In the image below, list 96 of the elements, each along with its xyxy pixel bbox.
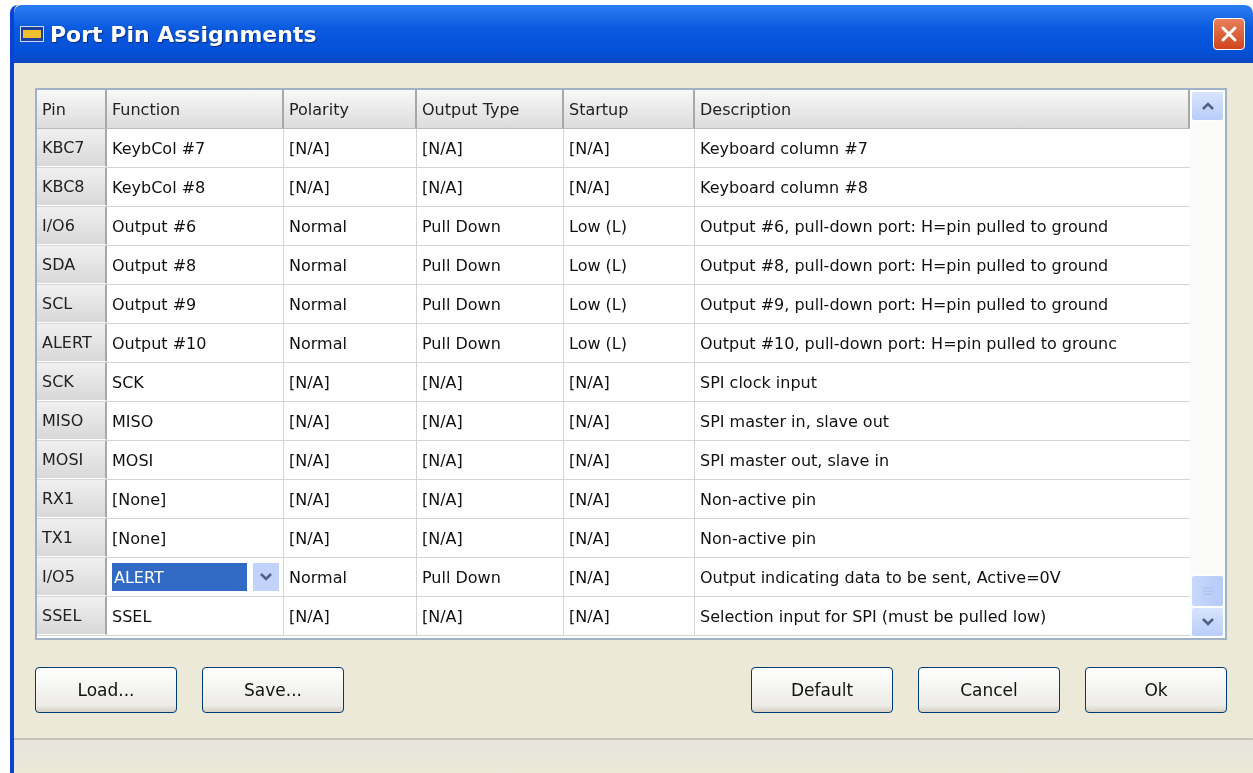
table-cell: [N/A] <box>422 411 463 431</box>
row-header[interactable]: KBC7 <box>37 129 107 167</box>
table-cell: MISO <box>112 411 154 431</box>
dialog-button[interactable]: Load... <box>35 667 177 713</box>
table-cell: [N/A] <box>289 177 330 197</box>
table-cell: [N/A] <box>289 411 330 431</box>
row-header[interactable]: SCL <box>37 285 107 323</box>
table-cell: Selection input for SPI (must be pulled low) <box>700 606 1047 626</box>
table-cell: Low (L) <box>569 333 627 353</box>
dialog-button[interactable]: Ok <box>1085 667 1227 713</box>
column-header[interactable]: Startup <box>564 90 695 128</box>
row-header[interactable]: KBC8 <box>37 168 107 206</box>
table-cell: Keyboard column #8 <box>700 177 868 197</box>
table-cell: [N/A] <box>422 489 463 509</box>
table-cell: Normal <box>289 567 347 587</box>
row-header[interactable]: MOSI <box>37 441 107 479</box>
table-cell: [N/A] <box>569 138 610 158</box>
table-cell: [N/A] <box>569 489 610 509</box>
close-button[interactable] <box>1213 18 1245 50</box>
table-cell: [N/A] <box>289 489 330 509</box>
vertical-scrollbar[interactable] <box>1190 90 1225 638</box>
row-header[interactable]: RX1 <box>37 480 107 518</box>
column-header[interactable]: Function <box>107 90 284 128</box>
table-cell: Output #9, pull-down port: H=pin pulled to ground <box>700 294 1109 314</box>
table-cell: SPI master out, slave in <box>700 450 890 470</box>
table-cell: [N/A] <box>569 177 610 197</box>
table-cell: [N/A] <box>422 138 463 158</box>
scroll-thumb[interactable] <box>1191 575 1224 607</box>
row-header[interactable]: I/O5 <box>37 558 107 596</box>
table-cell: Output #8 <box>112 255 197 275</box>
table-cell: [N/A] <box>569 606 610 626</box>
chevron-up-icon[interactable] <box>1200 101 1215 111</box>
row-header[interactable]: SCK <box>37 363 107 401</box>
column-header[interactable]: Polarity <box>284 90 417 128</box>
table-cell: Low (L) <box>569 255 627 275</box>
table-cell: Output #6, pull-down port: H=pin pulled to ground <box>700 216 1109 236</box>
table-cell: Normal <box>289 294 347 314</box>
table-cell: [N/A] <box>422 177 463 197</box>
table-cell: [None] <box>112 489 167 509</box>
table-cell: Normal <box>289 255 347 275</box>
table-cell: Output #10 <box>112 333 207 353</box>
table-cell: KeybCol #8 <box>112 177 206 197</box>
table-cell: [N/A] <box>569 567 610 587</box>
table-cell: Low (L) <box>569 216 627 236</box>
table-cell: Output #6 <box>112 216 197 236</box>
table-cell: Pull Down <box>422 333 501 353</box>
table-cell: [N/A] <box>569 372 610 392</box>
dialog-button[interactable]: Default <box>751 667 893 713</box>
app-icon <box>20 26 44 42</box>
table-cell: Output #9 <box>112 294 197 314</box>
table-cell: Non-active pin <box>700 489 817 509</box>
table-cell: [N/A] <box>422 528 463 548</box>
table-cell: [N/A] <box>289 372 330 392</box>
scroll-down-button[interactable] <box>1191 607 1224 637</box>
table-cell: [N/A] <box>422 606 463 626</box>
row-header[interactable]: ALERT <box>37 324 107 362</box>
table-cell: SPI clock input <box>700 372 817 392</box>
table-cell: [N/A] <box>289 606 330 626</box>
table-cell: SCK <box>112 372 144 392</box>
table-cell: [N/A] <box>422 372 463 392</box>
table-cell: SPI master in, slave out <box>700 411 890 431</box>
close-icon[interactable] <box>1220 25 1238 43</box>
row-header[interactable]: SSEL <box>37 597 107 635</box>
table-cell: SSEL <box>112 606 152 626</box>
table-cell: [N/A] <box>422 450 463 470</box>
table-cell: Output #10, pull-down port: H=pin pulled to grounc <box>700 333 1118 353</box>
table-cell: Pull Down <box>422 216 501 236</box>
table-cell: [N/A] <box>569 411 610 431</box>
scroll-up-button[interactable] <box>1191 91 1224 121</box>
row-header[interactable]: TX1 <box>37 519 107 557</box>
table-cell: MOSI <box>112 450 154 470</box>
table-cell: Normal <box>289 216 347 236</box>
table-cell: [N/A] <box>289 450 330 470</box>
table-cell: [N/A] <box>289 138 330 158</box>
table-cell: Low (L) <box>569 294 627 314</box>
table-cell: Non-active pin <box>700 528 817 548</box>
dialog-button[interactable]: Cancel <box>918 667 1060 713</box>
table-cell: [N/A] <box>289 528 330 548</box>
table-cell: Pull Down <box>422 294 501 314</box>
table-cell: KeybCol #7 <box>112 138 206 158</box>
table-cell: Keyboard column #7 <box>700 138 868 158</box>
chevron-down-icon[interactable] <box>1200 617 1215 627</box>
row-header[interactable]: SDA <box>37 246 107 284</box>
table-cell: Output indicating data to be sent, Active=0V <box>700 567 1061 587</box>
table-cell: [N/A] <box>569 450 610 470</box>
table-cell: Pull Down <box>422 567 501 587</box>
row-header[interactable]: MISO <box>37 402 107 440</box>
window-title: Port Pin Assignments <box>50 21 318 47</box>
table-cell: Normal <box>289 333 347 353</box>
column-header[interactable]: Output Type <box>417 90 564 128</box>
table-cell: [N/A] <box>569 528 610 548</box>
table-cell: Output #8, pull-down port: H=pin pulled to ground <box>700 255 1109 275</box>
dialog-button[interactable]: Save... <box>202 667 344 713</box>
table-cell: Pull Down <box>422 255 501 275</box>
row-header[interactable]: I/O6 <box>37 207 107 245</box>
table-cell: [None] <box>112 528 167 548</box>
